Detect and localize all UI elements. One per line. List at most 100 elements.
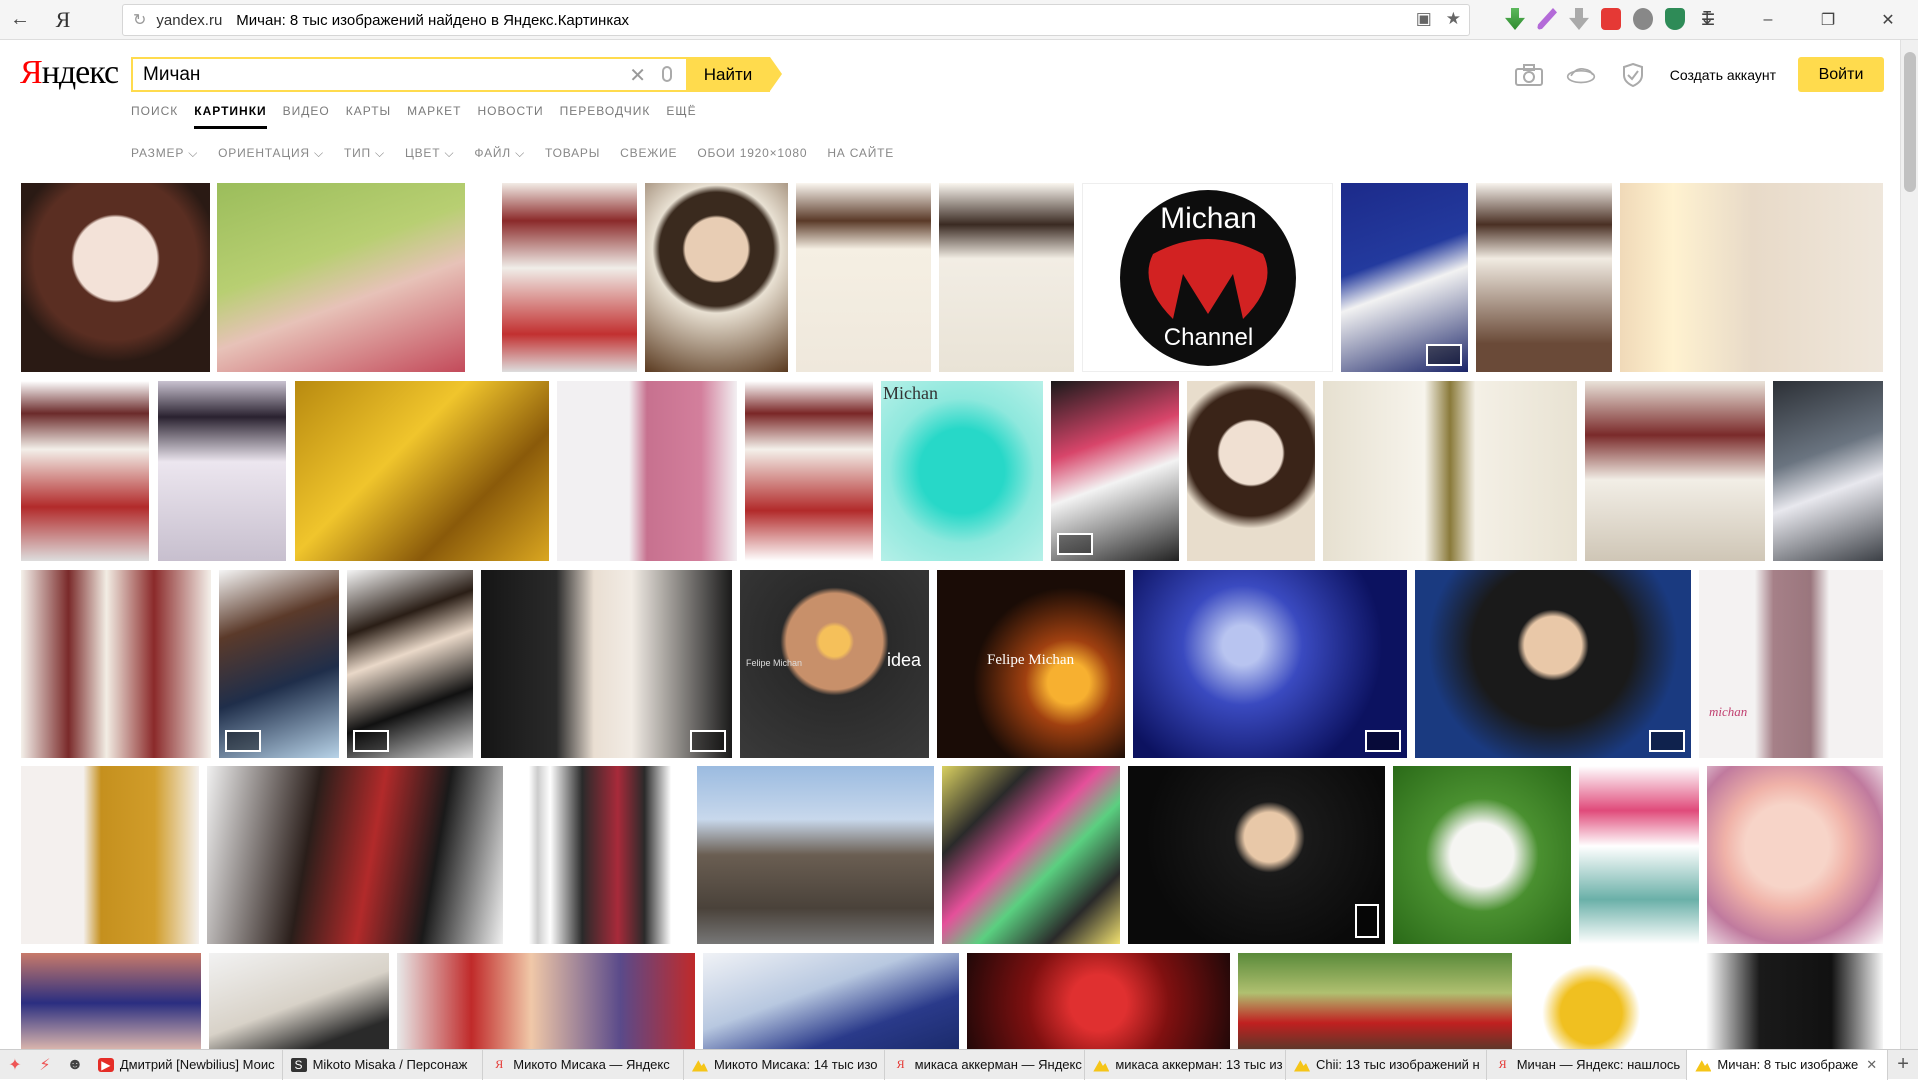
image-result[interactable] — [347, 570, 473, 758]
image-result[interactable] — [939, 183, 1074, 372]
image-result[interactable] — [1620, 183, 1883, 372]
filter-on-site[interactable]: НА САЙТЕ — [827, 146, 894, 161]
page-scrollbar[interactable] — [1900, 40, 1918, 1049]
image-result[interactable] — [745, 381, 873, 561]
image-result[interactable] — [219, 570, 339, 758]
search-input[interactable] — [133, 59, 613, 90]
filter-wallpapers[interactable]: ОБОИ 1920×1080 — [697, 146, 807, 161]
pinned-tab-icon[interactable]: ✦ — [0, 1050, 30, 1080]
image-result[interactable] — [967, 953, 1230, 1053]
image-result[interactable] — [1585, 381, 1765, 561]
image-result-felipe-michan[interactable]: Felipe Michan — [937, 570, 1125, 758]
tab-item[interactable]: Chii: 13 тыс изображений н — [1286, 1049, 1487, 1080]
filter-goods[interactable]: ТОВАРЫ — [545, 146, 600, 161]
adblock-icon[interactable] — [1601, 8, 1621, 30]
filter-color[interactable]: ЦВЕТ ⌵ — [405, 146, 454, 161]
image-result[interactable] — [557, 381, 737, 561]
image-result[interactable] — [295, 381, 549, 561]
image-result[interactable] — [21, 381, 149, 561]
filter-size[interactable]: РАЗМЕР ⌵ — [131, 146, 198, 161]
image-result[interactable] — [217, 183, 465, 372]
tab-news[interactable]: НОВОСТИ — [478, 104, 544, 129]
close-tab-icon[interactable]: ✕ — [1866, 1057, 1877, 1073]
tab-market[interactable]: МАРКЕТ — [407, 104, 461, 129]
image-result[interactable] — [1133, 570, 1407, 758]
image-result[interactable] — [21, 183, 210, 372]
image-result[interactable] — [942, 766, 1120, 944]
restore-icon[interactable]: ❐ — [1798, 0, 1858, 40]
filter-fresh[interactable]: СВЕЖИЕ — [620, 146, 677, 161]
tab-item[interactable]: Я Микото Мисака — Яндекс — [483, 1049, 684, 1080]
image-result[interactable] — [511, 766, 689, 944]
login-button[interactable]: Войти — [1798, 57, 1884, 92]
image-result[interactable] — [1706, 953, 1883, 1053]
image-result[interactable] — [1393, 766, 1571, 944]
tab-translator[interactable]: ПЕРЕВОДЧИК — [560, 104, 651, 129]
image-result[interactable] — [1415, 570, 1691, 758]
tab-video[interactable]: ВИДЕО — [283, 104, 330, 129]
image-result[interactable] — [21, 766, 199, 944]
image-result[interactable] — [1187, 381, 1315, 561]
tab-item[interactable]: S Mikoto Misaka / Персонаж — [283, 1049, 484, 1080]
image-result[interactable] — [397, 953, 695, 1053]
minimize-icon[interactable]: – — [1738, 0, 1798, 40]
scrollbar-thumb[interactable] — [1904, 52, 1916, 192]
image-result[interactable] — [697, 766, 934, 944]
image-result-felipe-idea[interactable]: Felipe Michan idea — [740, 570, 929, 758]
yandex-browser-icon[interactable]: Я — [40, 0, 86, 40]
image-result[interactable] — [1051, 381, 1179, 561]
image-result-michan-dress[interactable]: michan — [1699, 570, 1883, 758]
image-result-anime-michan[interactable]: Michan — [881, 381, 1043, 561]
image-result[interactable] — [158, 381, 286, 561]
reload-icon[interactable]: ↻ — [133, 10, 146, 30]
filter-file[interactable]: ФАЙЛ ⌵ — [474, 146, 525, 161]
menu-icon[interactable]: ☰ — [1678, 0, 1738, 40]
microphone-icon[interactable] — [662, 66, 672, 82]
back-arrow-icon[interactable]: ← — [0, 0, 40, 40]
tab-more[interactable]: ЕЩЁ — [666, 104, 696, 129]
download-arrow-grey-icon[interactable] — [1569, 8, 1589, 30]
yandex-logo[interactable]: Яндекс — [20, 54, 119, 92]
create-account-link[interactable]: Создать аккаунт — [1670, 67, 1776, 83]
new-tab-icon[interactable]: + — [1888, 1053, 1918, 1076]
image-result[interactable] — [1707, 766, 1883, 944]
image-result[interactable] — [1520, 953, 1698, 1053]
image-result[interactable] — [207, 766, 503, 944]
pinned-tab-lightning-icon[interactable]: ⚡ — [30, 1050, 60, 1080]
tab-images[interactable]: КАРТИНКИ — [194, 104, 267, 129]
image-result[interactable] — [21, 953, 201, 1053]
image-result[interactable] — [1579, 766, 1699, 944]
image-result[interactable] — [1341, 183, 1468, 372]
disk-cloud-icon[interactable] — [1566, 62, 1596, 88]
reader-mode-icon[interactable]: ▣ — [1416, 9, 1432, 29]
image-result[interactable] — [1128, 766, 1385, 944]
search-button[interactable]: Найти — [686, 57, 782, 92]
image-result[interactable] — [209, 953, 389, 1053]
image-result[interactable] — [796, 183, 931, 372]
filter-orientation[interactable]: ОРИЕНТАЦИЯ ⌵ — [218, 146, 324, 161]
image-result[interactable] — [502, 183, 637, 372]
globe-icon[interactable] — [1633, 8, 1653, 30]
tab-item-active[interactable]: Мичан: 8 тыс изображе ✕ — [1687, 1049, 1889, 1080]
tab-item[interactable]: ▶ Дмитрий [Newbilius] Моис — [90, 1049, 283, 1080]
shield-check-icon[interactable] — [1618, 62, 1648, 88]
pen-icon[interactable] — [1537, 8, 1557, 30]
tab-item[interactable]: Ямикаса аккерман — Яндекс — [885, 1049, 1086, 1080]
image-result[interactable] — [703, 953, 959, 1053]
tab-item[interactable]: Микото Мисака: 14 тыс изо — [684, 1049, 885, 1080]
download-arrow-green-icon[interactable] — [1505, 8, 1525, 30]
image-result[interactable] — [1773, 381, 1883, 561]
image-result[interactable] — [645, 183, 788, 372]
camera-icon[interactable] — [1514, 62, 1544, 88]
image-result[interactable] — [481, 570, 732, 758]
clear-search-icon[interactable]: ✕ — [629, 63, 646, 88]
image-result[interactable] — [1476, 183, 1612, 372]
tab-item[interactable]: микаса аккерман: 13 тыс из — [1085, 1049, 1286, 1080]
image-result[interactable] — [1238, 953, 1512, 1053]
pinned-tab-avatar-icon[interactable]: ☻ — [60, 1050, 90, 1080]
filter-type[interactable]: ТИП ⌵ — [344, 146, 385, 161]
tab-search[interactable]: ПОИСК — [131, 104, 178, 129]
image-result[interactable] — [1323, 381, 1577, 561]
bookmark-star-icon[interactable]: ★ — [1446, 9, 1461, 29]
image-result-michan-channel[interactable]: Michan Channel — [1082, 183, 1333, 372]
